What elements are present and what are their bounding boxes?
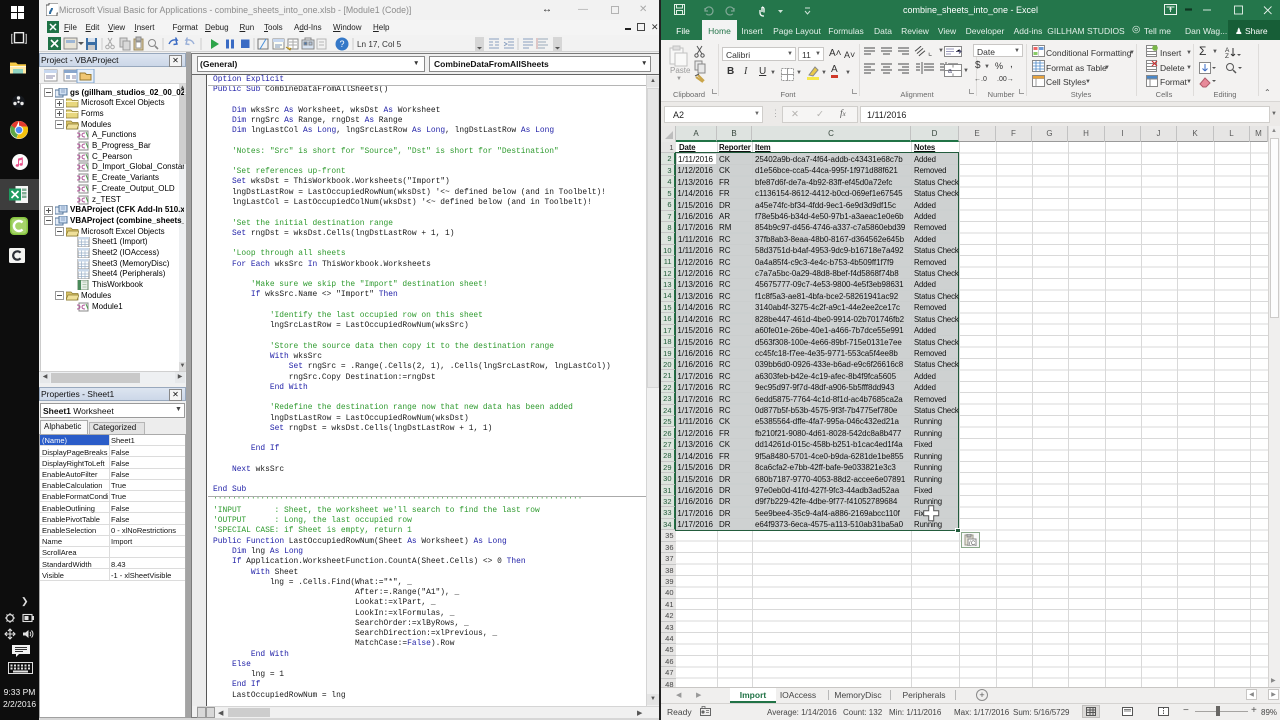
svg-text:?: ? xyxy=(339,39,344,49)
svg-text:(C: (C xyxy=(969,541,976,546)
svg-text:Z: Z xyxy=(1225,53,1229,58)
svg-text:a: a xyxy=(948,68,952,75)
svg-text:⌞: ⌞ xyxy=(928,47,932,57)
